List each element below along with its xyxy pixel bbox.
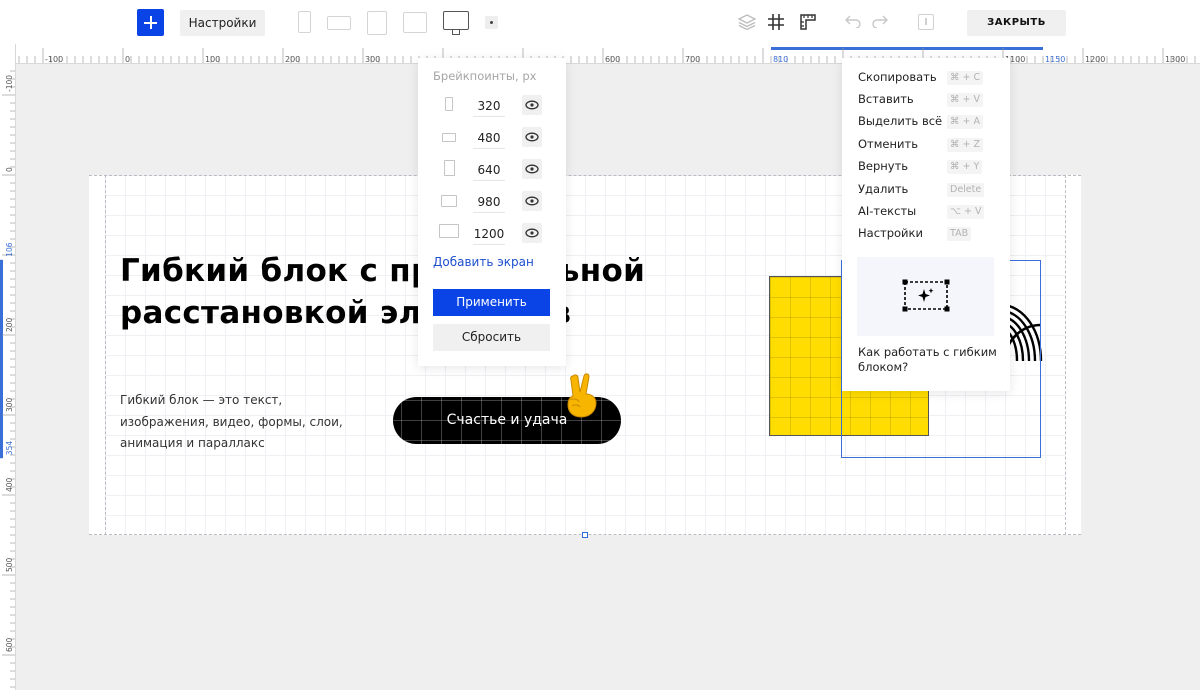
breakpoints-popup: Брейкпоинты, px 320 480 640 980 1200 Доб…	[418, 58, 566, 366]
breakpoint-value[interactable]: 320	[473, 95, 505, 117]
breakpoint-row: 980	[418, 188, 566, 216]
breakpoint-value[interactable]: 980	[473, 191, 505, 213]
phone-icon	[445, 97, 453, 111]
menu-item-shortcut: ⌘ + V	[947, 93, 983, 107]
menu-item-redo[interactable]: Вернуть ⌘ + Y	[842, 157, 1010, 177]
menu-item-ai-texts[interactable]: AI-тексты ⌥ + V	[842, 202, 1010, 222]
ruler-selection-range	[771, 47, 1043, 50]
layers-icon[interactable]	[738, 14, 756, 30]
ruler-label: 810	[773, 55, 788, 64]
phone-landscape-icon	[442, 133, 456, 142]
menu-item-label: Вернуть	[858, 159, 909, 173]
menu-item-label: Отменить	[858, 137, 918, 151]
menu-item-shortcut: ⌘ + Z	[947, 138, 984, 152]
ruler-label: 354	[5, 441, 14, 456]
redo-icon[interactable]	[872, 14, 888, 28]
ruler-label: 600	[5, 637, 14, 652]
close-button[interactable]: ЗАКРЫТЬ	[967, 10, 1066, 36]
context-menu: Скопировать ⌘ + C Вставить ⌘ + V Выделит…	[842, 58, 1010, 391]
menu-item-label: Настройки	[858, 226, 923, 240]
menu-item-shortcut: ⌘ + C	[947, 71, 984, 85]
victory-hand-icon[interactable]	[564, 372, 602, 418]
ruler-label: 1150	[1045, 55, 1065, 64]
breakpoint-row: 640	[418, 156, 566, 184]
ruler-label: 100	[205, 55, 220, 64]
breakpoint-value[interactable]: 480	[473, 127, 505, 149]
desktop-icon	[439, 224, 459, 238]
eye-icon[interactable]	[522, 95, 542, 115]
breakpoint-row: 320	[418, 92, 566, 120]
grid-icon[interactable]	[768, 14, 784, 30]
help-link[interactable]: Как работать с гибким блоком?	[858, 345, 998, 375]
tablet-landscape-icon[interactable]	[403, 12, 427, 33]
ruler-label: 300	[365, 55, 380, 64]
eye-icon[interactable]	[522, 159, 542, 179]
menu-item-settings[interactable]: Настройки TAB	[842, 224, 1010, 244]
reset-button[interactable]: Сбросить	[433, 324, 550, 351]
tablet-icon	[444, 160, 455, 176]
apply-button[interactable]: Применить	[433, 289, 550, 316]
menu-item-label: Выделить всё	[858, 114, 943, 128]
breakpoint-value[interactable]: 1200	[473, 223, 505, 245]
ruler-label: 106	[5, 242, 14, 257]
ruler-label: 1300	[1165, 55, 1185, 64]
menu-item-undo[interactable]: Отменить ⌘ + Z	[842, 135, 1010, 155]
menu-item-label: Вставить	[858, 92, 914, 106]
block-description[interactable]: Гибкий блок — это текст, изображения, ви…	[120, 390, 370, 455]
menu-item-shortcut: Delete	[947, 183, 985, 197]
ruler-label: 200	[285, 55, 300, 64]
undo-icon[interactable]	[845, 14, 861, 28]
ruler-label: 0	[125, 55, 130, 64]
ruler-label: 300	[5, 397, 14, 412]
menu-item-copy[interactable]: Скопировать ⌘ + C	[842, 68, 1010, 88]
guide-line	[1065, 175, 1066, 535]
ruler-label: 700	[685, 55, 700, 64]
help-illustration[interactable]	[857, 257, 994, 336]
info-icon[interactable]	[918, 14, 934, 30]
tablet-icon[interactable]	[367, 11, 387, 35]
settings-button[interactable]: Настройки	[180, 10, 265, 36]
menu-item-shortcut: TAB	[947, 227, 972, 241]
breakpoint-row: 1200	[418, 220, 566, 248]
eye-icon[interactable]	[522, 191, 542, 211]
menu-item-select-all[interactable]: Выделить всё ⌘ + A	[842, 112, 1010, 132]
ruler-label: -100	[45, 55, 63, 64]
menu-item-shortcut: ⌘ + A	[947, 115, 983, 129]
menu-item-shortcut: ⌥ + V	[947, 205, 985, 219]
ruler-label: 500	[5, 557, 14, 572]
breakpoint-value[interactable]: 640	[473, 159, 505, 181]
phone-landscape-icon[interactable]	[327, 16, 351, 30]
block-resize-handle[interactable]	[582, 532, 588, 538]
ruler-label: -100	[5, 75, 14, 92]
top-toolbar: Настройки ЗАКРЫТЬ	[0, 0, 1200, 44]
ruler-icon[interactable]	[800, 14, 816, 30]
breakpoints-title: Брейкпоинты, px	[433, 69, 537, 83]
menu-item-label: Удалить	[858, 182, 909, 196]
menu-item-paste[interactable]: Вставить ⌘ + V	[842, 90, 1010, 110]
menu-item-label: AI-тексты	[858, 204, 917, 218]
eye-icon[interactable]	[522, 127, 542, 147]
add-screen-link[interactable]: Добавить экран	[433, 255, 534, 269]
ruler-selection-range	[0, 259, 3, 459]
tablet-landscape-icon	[441, 195, 457, 207]
vertical-ruler: -100 0 106 200 300 354 400 500 600	[0, 44, 16, 690]
guide-line	[105, 175, 106, 535]
add-block-button[interactable]	[137, 9, 164, 36]
breakpoint-row: 480	[418, 124, 566, 152]
device-menu-button[interactable]	[485, 16, 498, 29]
ruler-label: 600	[605, 55, 620, 64]
desktop-icon[interactable]	[443, 11, 469, 30]
menu-item-shortcut: ⌘ + Y	[947, 160, 983, 174]
sparkle-frame-icon	[902, 279, 950, 312]
ruler-label: 200	[5, 317, 14, 332]
desktop-stand	[452, 30, 460, 35]
phone-icon[interactable]	[298, 11, 311, 33]
ruler-label: 400	[5, 477, 14, 492]
ruler-label: 0	[5, 167, 14, 172]
menu-item-delete[interactable]: Удалить Delete	[842, 180, 1010, 200]
horizontal-ruler: -100 0 100 200 300 600 700 810 1100 1150 1200 1300	[0, 44, 1200, 64]
eye-icon[interactable]	[522, 223, 542, 243]
menu-item-label: Скопировать	[858, 70, 937, 84]
ruler-label: 1200	[1085, 55, 1105, 64]
